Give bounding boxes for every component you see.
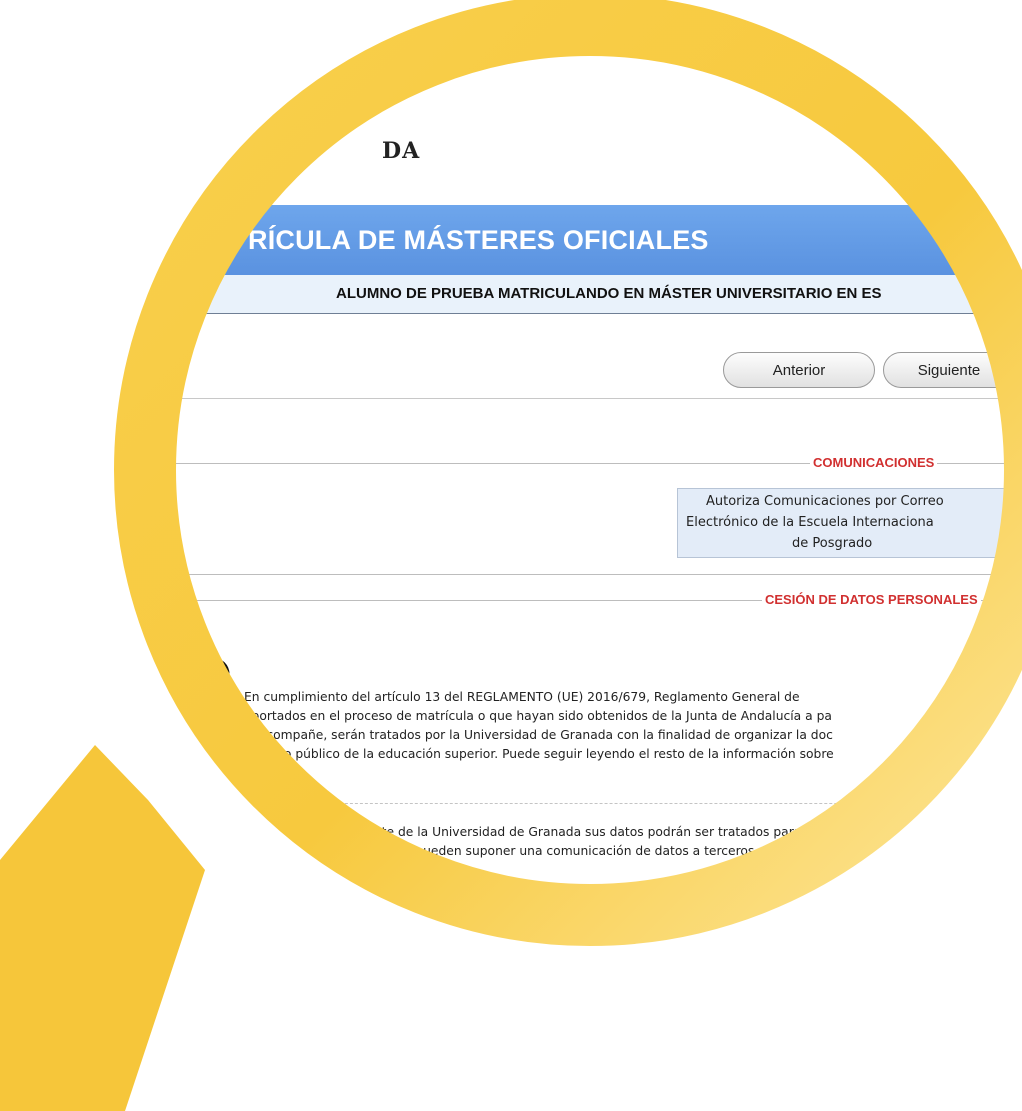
magnifier-handle xyxy=(0,745,205,1111)
screenshot-stage: DA RÍCULA DE MÁSTERES OFICIALES ALUMNO D… xyxy=(0,0,1022,1111)
magnifier-ring xyxy=(114,0,1022,946)
magnifier-frame xyxy=(0,0,1022,1111)
